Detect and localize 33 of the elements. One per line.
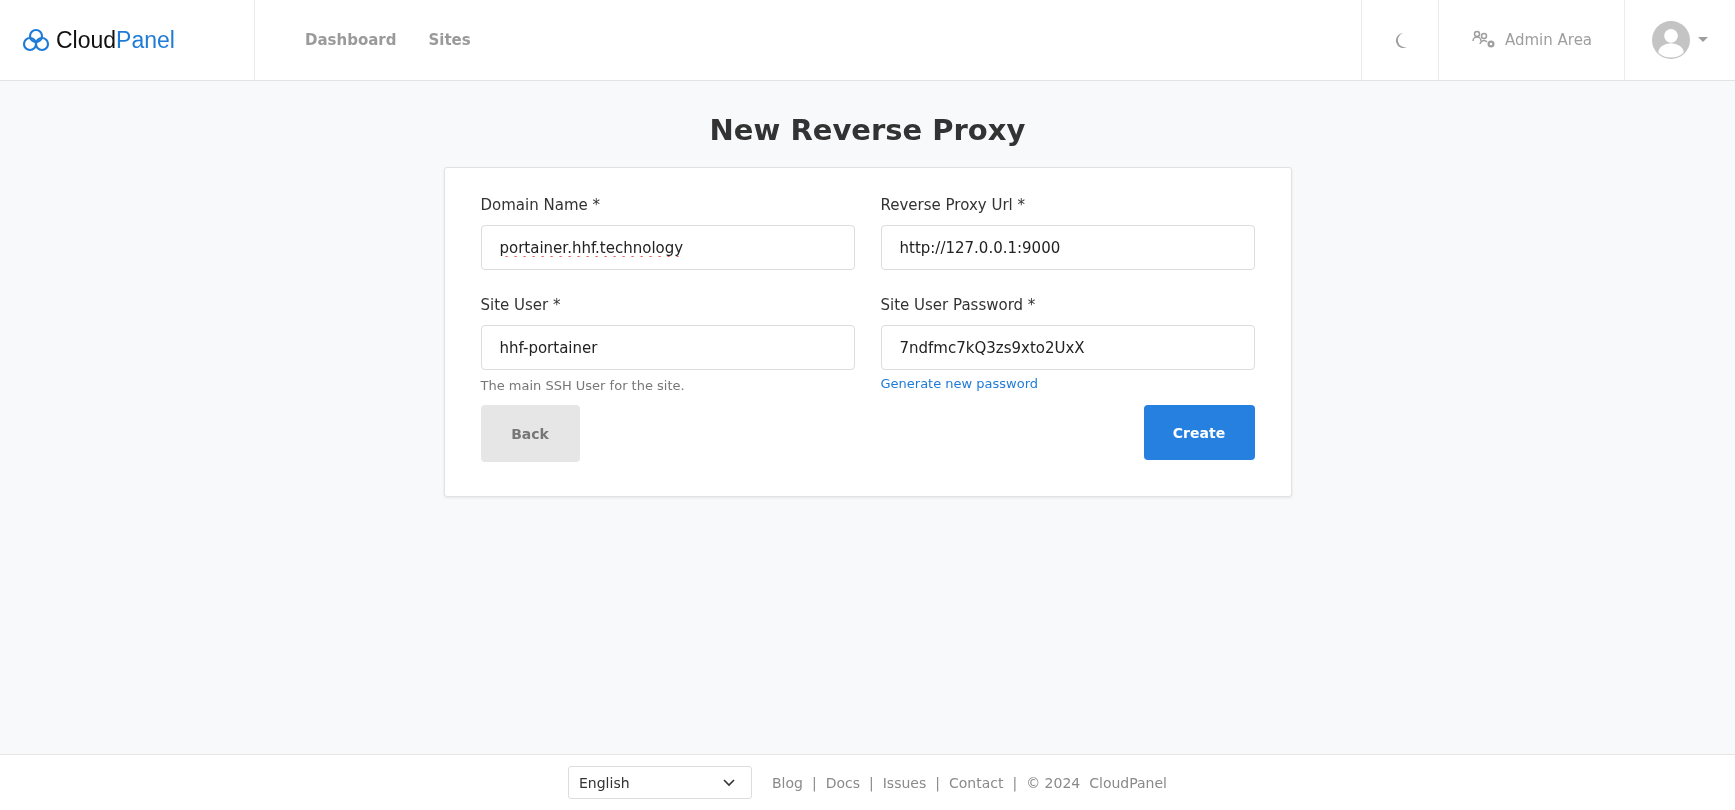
text-field[interactable]: portainer.hhf.technology [480,225,855,270]
field-label: Site User Password * [880,296,1037,314]
separator: | [935,774,940,791]
separator: | [811,774,817,791]
footer-link[interactable]: Issues [882,774,927,791]
users-gear-icon[interactable] [1470,30,1497,50]
language-select[interactable]: English [568,766,752,799]
chevron-down-icon [723,778,735,787]
field-label: Reverse Proxy Url * [880,196,1026,214]
text-field[interactable]: 7ndfmc7kQ3zs9xto2UxX [880,325,1255,370]
footer-link[interactable]: Docs [825,774,860,791]
separator: | [1012,774,1018,791]
footer-link[interactable]: Contact [948,774,1004,791]
nav-link[interactable]: Sites [428,31,471,49]
generate-password-link[interactable]: Generate new password [880,376,1255,391]
create-button[interactable]: Create [1143,405,1255,460]
separator: | [869,774,874,791]
text-field[interactable]: http://127.0.0.1:9000 [880,225,1255,270]
field-label: Domain Name * [480,196,601,214]
cloud-logo-icon [22,28,50,52]
caret-icon[interactable] [1698,37,1708,43]
footer-link[interactable]: CloudPanel [1089,774,1167,791]
logo-text[interactable]: CloudPanel [56,26,175,54]
admin-area-link[interactable]: Admin Area [1504,31,1593,49]
text-field[interactable]: hhf-portainer [480,325,855,370]
avatar-icon[interactable] [1652,21,1690,59]
field-label: Site User * [480,296,562,314]
help-text: The main SSH User for the site. [480,378,686,393]
copyright-text: © 2024 [1026,774,1081,791]
nav-link[interactable]: Dashboard [305,31,397,49]
footer-link[interactable]: Blog [772,774,803,791]
page-title: New Reverse Proxy [709,113,1026,147]
back-button[interactable]: Back [480,405,580,462]
